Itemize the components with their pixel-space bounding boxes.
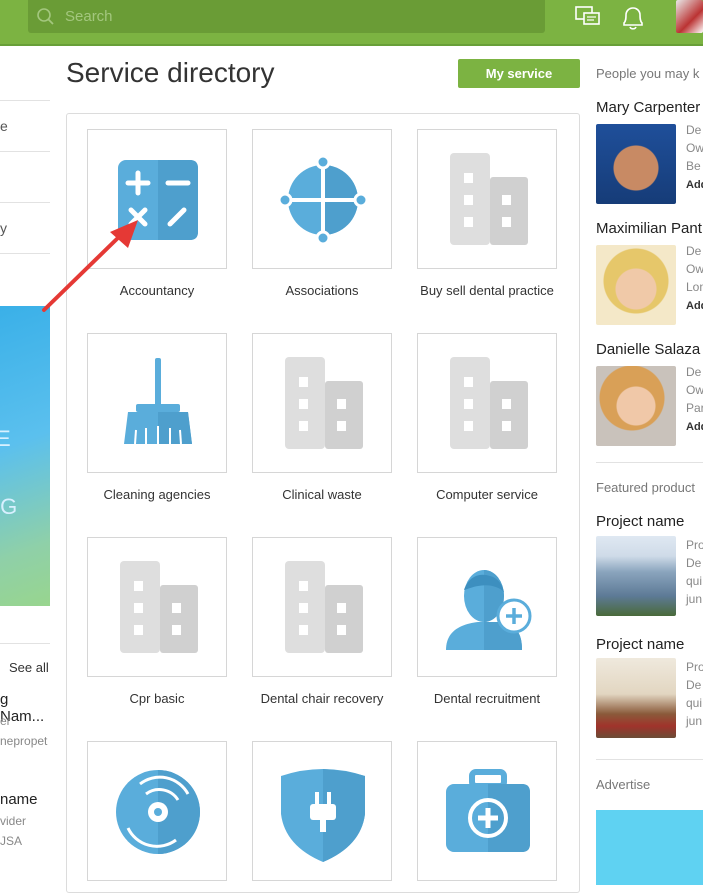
divider xyxy=(0,100,50,101)
building-icon xyxy=(120,561,198,653)
person-add-icon xyxy=(446,570,532,650)
banner-text: E xyxy=(0,426,11,451)
person-details: De Ow Lon Add xyxy=(686,242,703,315)
product-name[interactable]: Project name xyxy=(596,513,684,530)
service-label[interactable]: Cpr basic xyxy=(77,690,237,708)
service-tile-cpr-basic[interactable] xyxy=(87,537,227,677)
medical-kit-icon xyxy=(446,769,530,852)
bell-icon[interactable] xyxy=(619,4,647,32)
divider xyxy=(0,643,50,644)
person-details: De Ow Par Add xyxy=(686,363,703,436)
entry-detail: vider xyxy=(0,814,27,828)
person-details: De Ow Be Add xyxy=(686,121,703,194)
divider xyxy=(596,462,703,463)
service-label[interactable]: Clinical waste xyxy=(242,486,402,504)
annotation-arrow xyxy=(42,220,138,312)
service-tile-buy-sell-dental-practice[interactable] xyxy=(417,129,557,269)
product-details: Pro De qui jun xyxy=(686,538,703,606)
service-label[interactable]: Dental recruitment xyxy=(407,690,567,708)
disc-icon xyxy=(116,770,200,854)
see-all-link[interactable]: See all xyxy=(9,660,49,675)
building-icon xyxy=(285,357,363,449)
service-tile-clinical-waste[interactable] xyxy=(252,333,392,473)
divider xyxy=(0,202,50,203)
shield-plug-icon xyxy=(281,769,365,862)
service-tile[interactable] xyxy=(417,741,557,881)
service-tile-dental-chair-recovery[interactable] xyxy=(252,537,392,677)
service-tile-computer-service[interactable] xyxy=(417,333,557,473)
product-photo[interactable] xyxy=(596,536,676,616)
featured-header: Featured product xyxy=(596,480,696,495)
product-details: Pro De qui jun xyxy=(686,660,703,728)
page-title: Service directory xyxy=(66,57,275,88)
broom-icon xyxy=(124,358,192,445)
service-tile[interactable] xyxy=(252,741,392,881)
search-icon xyxy=(37,8,54,25)
building-icon xyxy=(450,357,528,449)
entry-detail: er xyxy=(0,714,11,728)
my-service-button[interactable]: My service xyxy=(458,59,580,88)
service-tile-associations[interactable] xyxy=(252,129,392,269)
service-tile-dental-recruitment[interactable] xyxy=(417,537,557,677)
right-sidebar: People you may k Mary Carpenter De Ow Be… xyxy=(596,48,703,885)
add-button[interactable]: Add xyxy=(686,179,703,191)
entry-name[interactable]: name xyxy=(0,791,38,808)
service-tile-cleaning-agencies[interactable] xyxy=(87,333,227,473)
entry-detail: nepropet xyxy=(0,734,48,748)
add-button[interactable]: Add xyxy=(686,300,703,312)
sidebar-item-fragment[interactable]: y xyxy=(0,220,7,236)
divider xyxy=(0,151,50,152)
service-label[interactable]: Computer service xyxy=(407,486,567,504)
product-name[interactable]: Project name xyxy=(596,636,684,653)
banner-ad[interactable]: E IG xyxy=(0,306,50,606)
service-label[interactable]: Associations xyxy=(242,282,402,300)
top-bar xyxy=(0,0,703,46)
product-photo[interactable] xyxy=(596,658,676,738)
service-tile[interactable] xyxy=(87,741,227,881)
search-input[interactable] xyxy=(65,5,525,27)
person-name[interactable]: Maximilian Pant xyxy=(596,220,702,237)
sidebar-item-fragment[interactable]: e xyxy=(0,118,8,134)
messages-icon[interactable] xyxy=(574,4,602,30)
service-label[interactable]: Cleaning agencies xyxy=(77,486,237,504)
service-label[interactable]: Dental chair recovery xyxy=(242,690,402,708)
building-icon xyxy=(285,561,363,653)
people-header: People you may k xyxy=(596,66,700,81)
search-box[interactable] xyxy=(28,0,545,33)
entry-detail: JSA xyxy=(0,834,23,848)
avatar[interactable] xyxy=(676,0,703,33)
person-name[interactable]: Mary Carpenter xyxy=(596,99,700,116)
person-photo[interactable] xyxy=(596,245,676,325)
divider xyxy=(596,759,703,760)
person-photo[interactable] xyxy=(596,124,676,204)
network-icon xyxy=(277,154,369,246)
person-name[interactable]: Danielle Salaza xyxy=(596,341,700,358)
advertisement[interactable] xyxy=(596,810,703,885)
building-icon xyxy=(450,153,528,245)
advertise-header: Advertise xyxy=(596,777,651,792)
add-button[interactable]: Add xyxy=(686,421,703,433)
service-label[interactable]: Buy sell dental practice xyxy=(407,282,567,300)
person-photo[interactable] xyxy=(596,366,676,446)
banner-text: IG xyxy=(0,494,18,519)
left-sidebar: e y E IG See all g Nam... er nepropet na… xyxy=(0,48,50,885)
